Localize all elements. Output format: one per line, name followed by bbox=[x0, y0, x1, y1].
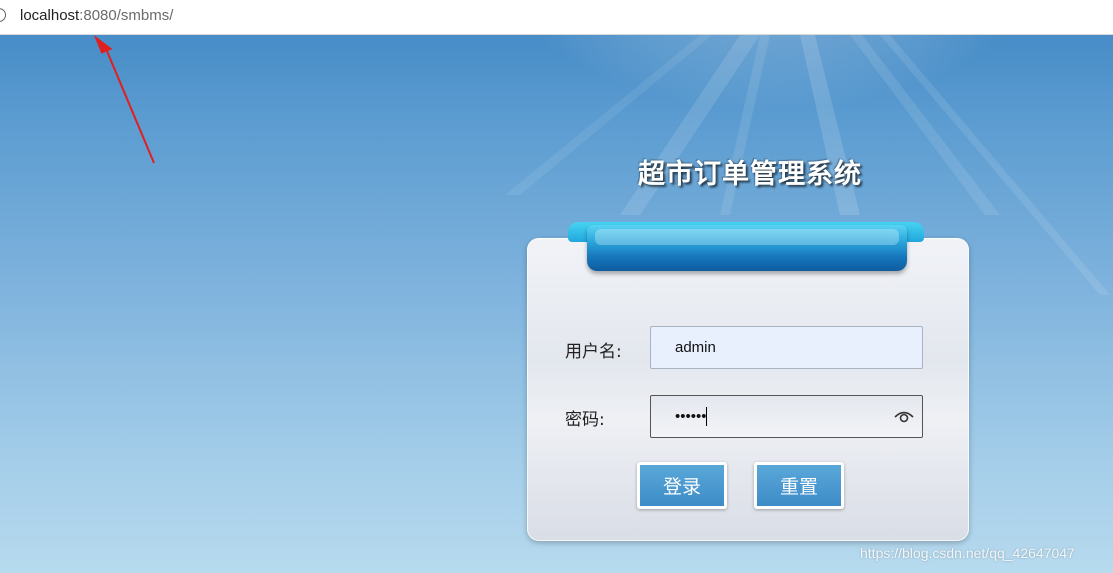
page-title: 超市订单管理系统 bbox=[638, 159, 862, 190]
text-cursor bbox=[706, 407, 707, 426]
eye-icon[interactable] bbox=[893, 408, 915, 424]
url-host: localhost bbox=[20, 7, 80, 24]
password-label: 密码: bbox=[565, 410, 605, 430]
login-card bbox=[527, 238, 969, 541]
login-button[interactable]: 登录 bbox=[637, 462, 727, 509]
username-label: 用户名: bbox=[565, 342, 622, 362]
card-ribbon bbox=[587, 225, 907, 271]
password-input[interactable] bbox=[650, 395, 923, 438]
watermark-text: https://blog.csdn.net/qq_42647047 bbox=[860, 545, 1075, 561]
username-input[interactable] bbox=[650, 326, 923, 369]
browser-address-bar[interactable]: localhost:8080/smbms/ bbox=[0, 0, 1113, 35]
login-page: localhost:8080/smbms/ 超市订单管理系统 用户名: 密码: … bbox=[0, 0, 1113, 573]
url-text[interactable]: localhost:8080/smbms/ bbox=[20, 7, 173, 24]
info-icon[interactable] bbox=[0, 8, 6, 22]
url-path: :8080/smbms/ bbox=[79, 7, 174, 24]
reset-button[interactable]: 重置 bbox=[754, 462, 844, 509]
